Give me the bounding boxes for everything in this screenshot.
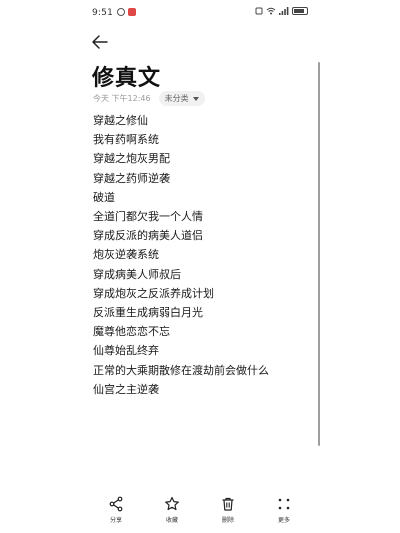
bottom-toolbar: 分享 收藏 删除 更多 [0,496,400,533]
delete-label: 删除 [221,517,234,524]
more-label: 更多 [277,517,290,524]
note-line: 穿成炮灰之反派养成计划 [93,286,214,300]
delete-button[interactable]: 删除 [208,496,248,524]
trash-icon [222,497,234,511]
note-line: 炮灰逆袭系统 [93,248,159,262]
note-line: 破道 [93,190,115,204]
note-line: 穿成病美人师叔后 [93,267,181,281]
note-line: 正常的大乘期散修在渡劫前会做什么 [93,363,269,377]
category-dropdown[interactable]: 未分类 [158,91,205,106]
status-time: 9:51 [92,8,114,18]
note-line: 全道门都欠我一个人情 [93,210,203,224]
note-date: 今天 下午12:46 [93,94,151,103]
chevron-down-icon [192,96,199,101]
note-line: 我有药啊系统 [93,133,159,147]
note-line: 仙宫之主逆袭 [93,382,159,396]
notification-circle-icon [117,8,125,16]
nfc-icon [255,7,263,15]
favorite-label: 收藏 [165,517,178,524]
note-line: 反派重生成病弱白月光 [93,306,203,320]
status-bar: 9:51 [0,0,400,26]
note-line: 穿越之修仙 [93,114,148,127]
back-arrow-icon [92,35,108,49]
share-icon [109,496,123,512]
note-screen: 9:51 修真文 今天 下午12:46 未分类 穿越之修仙 我有药啊系统 穿越之… [0,0,400,533]
note-meta: 今天 下午12:46 未分类 [93,91,205,106]
note-line: 穿成反派的病美人道侣 [93,229,203,243]
vertical-scrollbar[interactable] [318,62,320,446]
note-body[interactable]: 穿越之修仙 我有药啊系统 穿越之炮灰男配 穿越之药师逆袭 破道 全道门都欠我一个… [93,111,308,399]
note-line: 仙尊始乱终弃 [93,344,159,358]
wifi-icon [266,7,276,15]
note-line: 魔尊他恋恋不忘 [93,325,170,339]
battery-icon [292,7,308,15]
notification-app-icon [128,8,136,16]
more-button[interactable]: 更多 [264,496,304,524]
status-notification-icons [117,8,136,16]
share-button[interactable]: 分享 [96,496,136,524]
category-label: 未分类 [164,94,189,103]
favorite-button[interactable]: 收藏 [152,496,192,524]
share-label: 分享 [109,517,122,524]
status-right-group [255,7,308,15]
note-line: 穿越之炮灰男配 [93,152,170,166]
star-icon [165,496,179,511]
more-dots-icon [278,498,290,510]
note-title[interactable]: 修真文 [92,60,161,92]
note-line: 穿越之药师逆袭 [93,171,170,185]
signal-icon [279,7,289,15]
back-button[interactable] [90,32,110,52]
